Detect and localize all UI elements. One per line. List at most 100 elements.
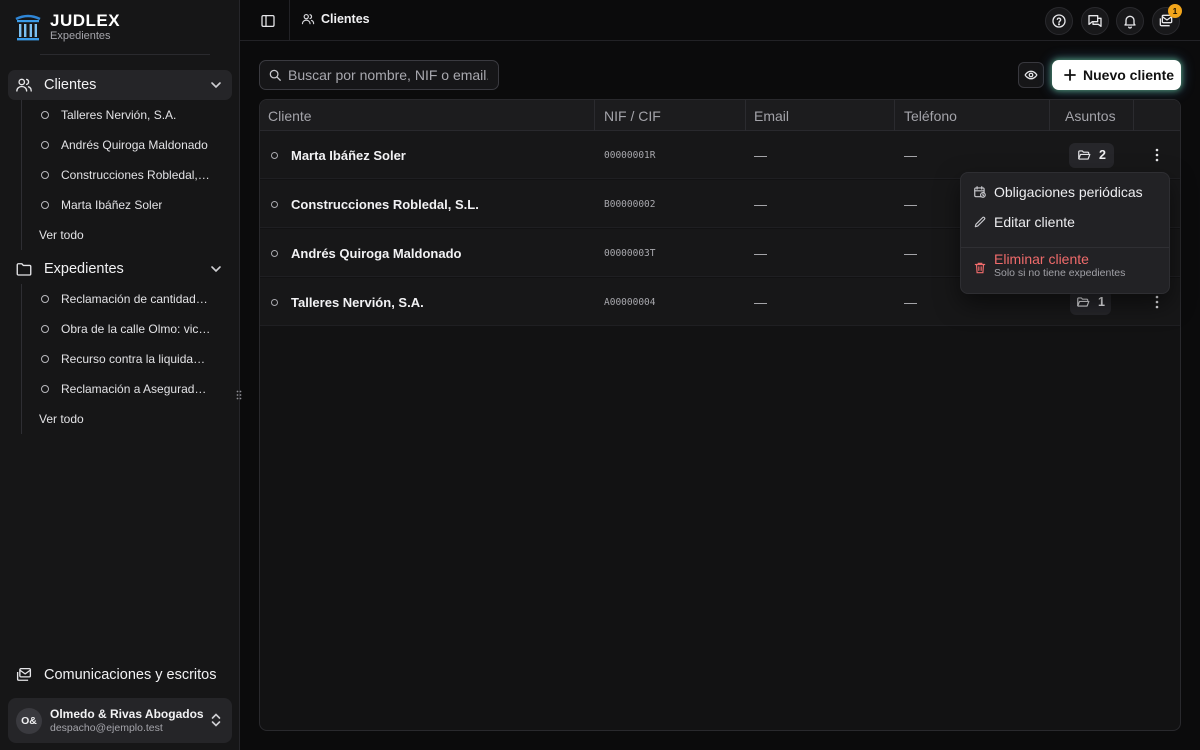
sidebar-client-item[interactable]: Construcciones Robledal, S.L.	[22, 160, 232, 190]
phone-cell: —	[904, 131, 917, 179]
client-nif: 00000003T	[604, 247, 656, 259]
see-all-label: Ver todo	[39, 412, 84, 426]
toggle-visibility-button[interactable]	[1018, 62, 1044, 88]
chat-icon	[1087, 13, 1103, 29]
nif-cell: 00000003T	[604, 229, 655, 277]
clients-submenu: Talleres Nervión, S.A. Andrés Quiroga Ma…	[21, 100, 232, 250]
calendar-clock-icon	[973, 185, 987, 199]
column-divider	[1133, 100, 1134, 131]
sidebar-item-label: Marta Ibáñez Soler	[61, 198, 163, 212]
mail-stack-icon	[15, 666, 33, 684]
search-icon	[268, 68, 282, 82]
account-info: Olmedo & Rivas Abogados despacho@ejemplo…	[50, 707, 204, 735]
brand-divider	[40, 54, 210, 55]
row-menu-button[interactable]	[1149, 294, 1165, 310]
sidebar-communications-label: Comunicaciones y escritos	[44, 667, 217, 683]
client-nif: B00000002	[604, 198, 656, 210]
pillar-logo-icon	[14, 13, 42, 43]
sidebar-see-all-clients[interactable]: Ver todo	[22, 220, 232, 250]
menu-item-periodic-obligations[interactable]: Obligaciones periódicas	[961, 181, 1169, 203]
sidebar-item-label: Recurso contra la liquidación	[61, 352, 211, 366]
new-client-button[interactable]: Nuevo cliente	[1052, 60, 1181, 90]
sidebar-file-item[interactable]: Reclamación a Aseguradora	[22, 374, 232, 404]
circle-icon	[41, 295, 49, 303]
menu-item-delete-client[interactable]: Eliminar cliente Solo si no tiene expedi…	[961, 251, 1169, 285]
client-phone: —	[904, 196, 917, 212]
help-button[interactable]	[1045, 7, 1073, 35]
more-vertical-icon	[1155, 148, 1159, 162]
sidebar-file-item[interactable]: Obra de la calle Olmo: vicios ocultos	[22, 314, 232, 344]
bell-icon	[1122, 13, 1138, 29]
app-root: JUDLEX Expedientes Clientes Talleres Ner…	[0, 0, 1200, 750]
circle-icon	[41, 325, 49, 333]
column-divider	[594, 100, 595, 131]
notification-badge: 1	[1168, 4, 1182, 18]
sidebar-client-item[interactable]: Talleres Nervión, S.A.	[22, 100, 232, 130]
brand[interactable]: JUDLEX Expedientes	[14, 12, 120, 43]
sidebar-item-label: Reclamación a Aseguradora	[61, 382, 211, 396]
row-menu-button[interactable]	[1149, 147, 1165, 163]
circle-icon	[271, 151, 278, 159]
client-nif: A00000004	[604, 296, 656, 308]
circle-icon	[41, 111, 49, 119]
sidebar-client-item[interactable]: Andrés Quiroga Maldonado	[22, 130, 232, 160]
matters-button[interactable]: 2	[1069, 142, 1114, 168]
chevron-down-icon	[209, 262, 223, 276]
help-icon	[1051, 13, 1067, 29]
sidebar-client-item[interactable]: Marta Ibáñez Soler	[22, 190, 232, 220]
column-header-email[interactable]: Email	[754, 100, 789, 131]
circle-icon	[41, 141, 49, 149]
breadcrumb: Clientes	[301, 12, 370, 26]
brand-text: JUDLEX Expedientes	[50, 12, 120, 43]
circle-icon	[41, 171, 49, 179]
sidebar-toggle-button[interactable]	[257, 10, 279, 32]
folder-icon	[15, 260, 33, 278]
client-name: Talleres Nervión, S.A.	[291, 294, 424, 310]
account-name: Olmedo & Rivas Abogados	[50, 706, 204, 721]
sidebar-file-item[interactable]: Recurso contra la liquidación	[22, 344, 232, 374]
client-nif: 00000001R	[604, 149, 656, 161]
nif-cell: A00000004	[604, 278, 655, 326]
account-switcher[interactable]: O& Olmedo & Rivas Abogados despacho@ejem…	[8, 698, 232, 743]
client-email: —	[754, 294, 767, 310]
more-vertical-icon	[1155, 295, 1159, 309]
account-email: despacho@ejemplo.test	[50, 721, 163, 734]
brand-name: JUDLEX	[50, 11, 121, 30]
search-input[interactable]	[288, 67, 488, 83]
circle-icon	[41, 355, 49, 363]
client-name-cell: Andrés Quiroga Maldonado	[271, 229, 461, 277]
circle-icon	[41, 385, 49, 393]
topbar: Clientes 1	[240, 0, 1200, 41]
sidebar-file-item[interactable]: Reclamación de cantidad por impago	[22, 284, 232, 314]
sidebar-section-files[interactable]: Expedientes	[8, 254, 232, 284]
circle-icon	[41, 201, 49, 209]
trash-icon	[973, 261, 987, 275]
column-header-matters[interactable]: Asuntos	[1065, 100, 1116, 131]
column-header-client[interactable]: Cliente	[268, 100, 312, 131]
notifications-button[interactable]	[1116, 7, 1144, 35]
brand-subtitle: Expedientes	[50, 30, 111, 42]
column-header-phone[interactable]: Teléfono	[904, 100, 957, 131]
client-name-cell: Talleres Nervión, S.A.	[271, 278, 424, 326]
chevron-down-icon	[209, 78, 223, 92]
sidebar: JUDLEX Expedientes Clientes Talleres Ner…	[0, 0, 240, 750]
sidebar-item-label: Construcciones Robledal, S.L.	[61, 168, 211, 182]
menu-divider	[961, 247, 1169, 248]
matters-count: 1	[1098, 295, 1105, 309]
inbox-button[interactable]: 1	[1152, 4, 1182, 35]
column-divider	[894, 100, 895, 131]
sidebar-see-all-files[interactable]: Ver todo	[22, 404, 232, 434]
menu-item-edit-client[interactable]: Editar cliente	[961, 211, 1169, 233]
sidebar-communications[interactable]: Comunicaciones y escritos	[8, 660, 232, 690]
sidebar-resize-handle[interactable]	[234, 388, 244, 402]
circle-icon	[271, 298, 278, 306]
delete-text: Eliminar cliente Solo si no tiene expedi…	[994, 251, 1125, 279]
email-cell: —	[754, 180, 767, 228]
sidebar-section-clients[interactable]: Clientes	[8, 70, 232, 100]
messages-button[interactable]	[1081, 7, 1109, 35]
column-header-nif[interactable]: NIF / CIF	[604, 100, 661, 131]
eye-icon	[1024, 68, 1038, 82]
phone-cell: —	[904, 278, 917, 326]
sidebar-item-label: Reclamación de cantidad por impago	[61, 292, 211, 306]
sidebar-item-label: Talleres Nervión, S.A.	[61, 108, 177, 122]
